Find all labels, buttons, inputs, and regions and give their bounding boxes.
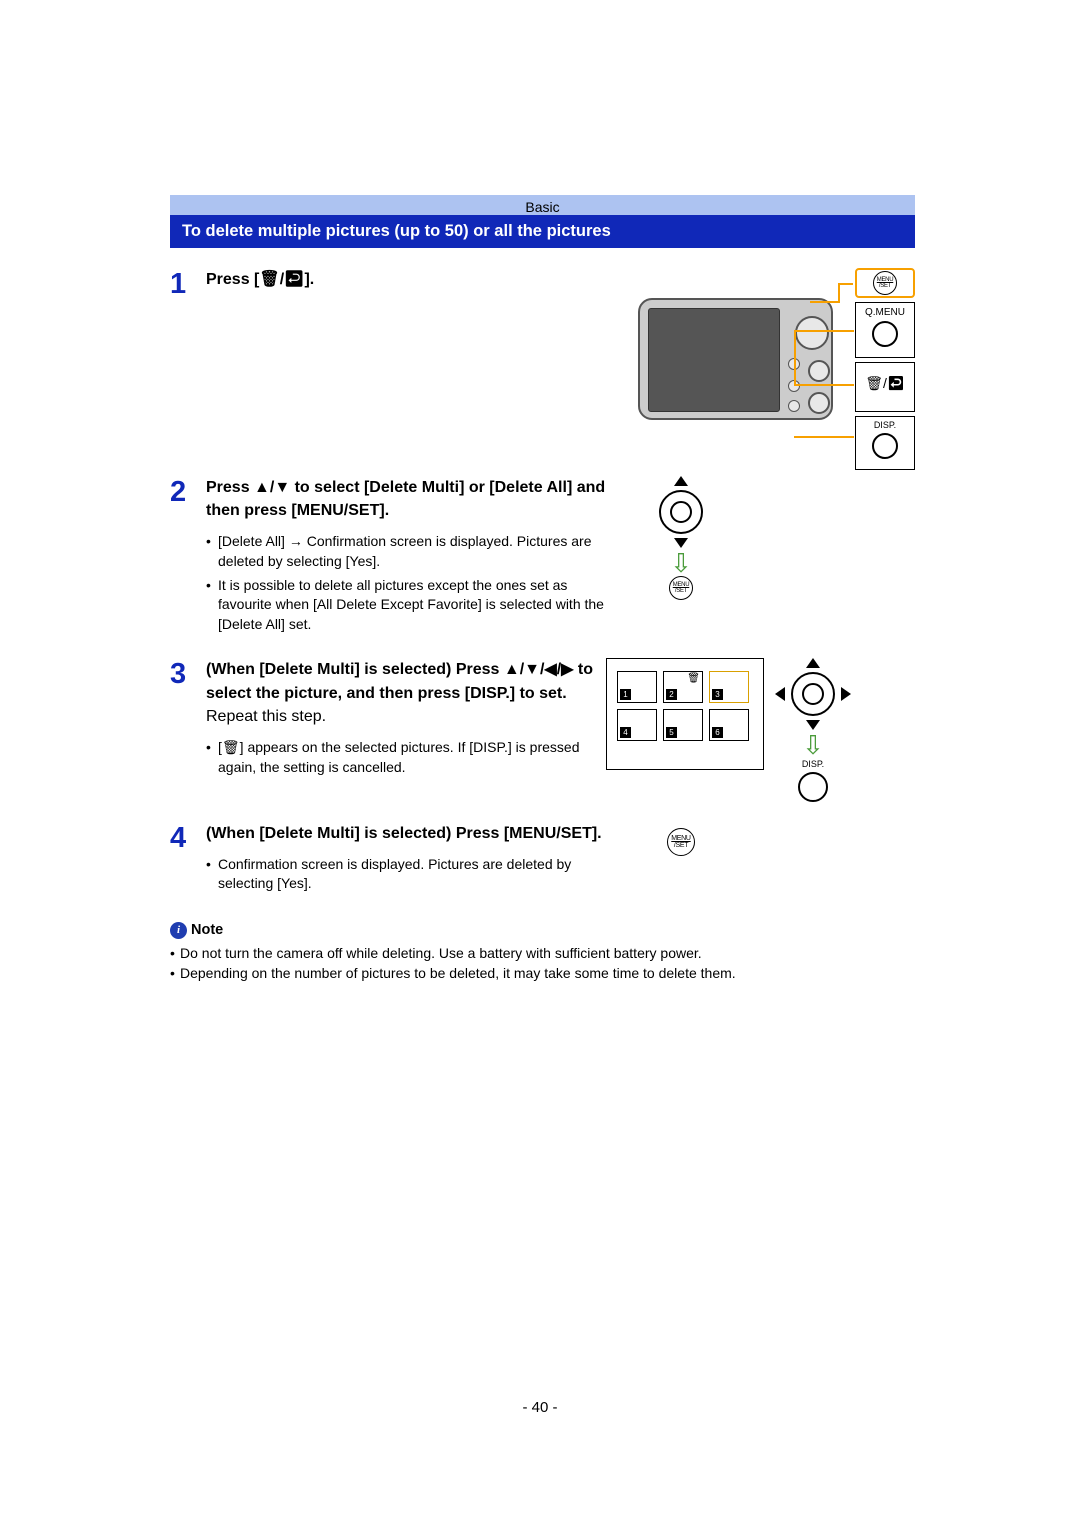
up-arrow-icon — [674, 476, 688, 486]
thumbnail-grid: 1 2🗑 3 4 5 6 — [606, 658, 764, 770]
camera-qmenu-btn — [808, 360, 830, 382]
step-4-bullets: •Confirmation screen is displayed. Pictu… — [206, 855, 616, 894]
thumbnail-selected: 3 — [709, 671, 749, 703]
step-3: 3 (When [Delete Multi] is selected) Pres… — [170, 658, 915, 801]
callout-qmenu: Q.MENU — [855, 302, 915, 358]
step-number: 3 — [170, 658, 206, 689]
thumbnail: 5 — [663, 709, 703, 741]
step-1-heading: Press [🗑/↩]. — [206, 268, 628, 291]
camera-body — [638, 298, 833, 420]
highlight-line — [838, 283, 853, 285]
header-category: Basic — [170, 195, 915, 215]
step-number: 1 — [170, 268, 206, 299]
note-list: •Do not turn the camera off while deleti… — [170, 943, 915, 984]
highlight-line — [794, 330, 796, 384]
camera-back-diagram: MENU/SET Q.MENU 🗑/↩ DISP. — [638, 268, 915, 456]
step-number: 2 — [170, 476, 206, 507]
green-down-arrow-icon: ⇩ — [670, 554, 692, 572]
step-3-heading: (When [Delete Multi] is selected) Press … — [206, 658, 596, 728]
trash-icon: 🗑 — [687, 673, 700, 684]
dpad-four-way-diagram: ⇩ DISP. — [774, 658, 852, 801]
page-number: - 40 - — [0, 1399, 1080, 1416]
step-number: 4 — [170, 822, 206, 853]
left-arrow-icon — [775, 687, 785, 701]
camera-dpad — [795, 316, 829, 350]
down-arrow-icon — [674, 538, 688, 548]
highlight-line — [794, 436, 854, 438]
highlight-line — [794, 384, 854, 386]
green-down-arrow-icon: ⇩ — [802, 736, 824, 754]
dpad-ring-icon — [659, 490, 703, 534]
step-3-bullets: •[🗑] appears on the selected pictures. I… — [206, 738, 596, 777]
callout-disp: DISP. — [855, 416, 915, 470]
step-1: 1 Press [🗑/↩]. MENU/SET — [170, 268, 915, 456]
step-2: 2 Press ▲/▼ to select [Delete Multi] or … — [170, 476, 915, 638]
menu-set-icon: MENU/SET — [667, 828, 695, 856]
disp-button-icon — [798, 772, 828, 802]
qmenu-button-icon — [872, 321, 898, 347]
step-2-heading: Press ▲/▼ to select [Delete Multi] or [D… — [206, 476, 616, 522]
step-4: 4 (When [Delete Multi] is selected) Pres… — [170, 822, 915, 898]
step-2-bullets: •[Delete All] → Confirmation screen is d… — [206, 532, 616, 634]
camera-screen — [648, 308, 780, 412]
right-arrow-icon — [841, 687, 851, 701]
disp-button-icon — [872, 433, 898, 459]
highlight-line — [794, 330, 854, 332]
step-4-heading: (When [Delete Multi] is selected) Press … — [206, 822, 616, 845]
camera-small-btn — [788, 400, 800, 412]
disp-label: DISP. — [802, 759, 824, 769]
menu-set-icon: MENU/SET — [873, 271, 897, 295]
thumbnail: 1 — [617, 671, 657, 703]
thumbnail: 4 — [617, 709, 657, 741]
dpad-up-down-diagram: ⇩ MENU/SET — [642, 476, 720, 600]
trash-return-icon: 🗑/↩ — [259, 271, 304, 288]
callout-delete-return: 🗑/↩ — [855, 362, 915, 412]
menu-set-icon: MENU/SET — [669, 576, 693, 600]
thumbnail: 2🗑 — [663, 671, 703, 703]
highlight-line — [838, 283, 840, 303]
note-badge-icon: i — [170, 922, 187, 939]
camera-disp-btn — [808, 392, 830, 414]
note-heading: i Note — [170, 922, 915, 939]
section-title: To delete multiple pictures (up to 50) o… — [170, 215, 915, 248]
dpad-ring-icon — [791, 672, 835, 716]
up-arrow-icon — [806, 658, 820, 668]
thumbnail: 6 — [709, 709, 749, 741]
callout-menu-set: MENU/SET — [855, 268, 915, 298]
highlight-line — [810, 301, 840, 303]
down-arrow-icon — [806, 720, 820, 730]
